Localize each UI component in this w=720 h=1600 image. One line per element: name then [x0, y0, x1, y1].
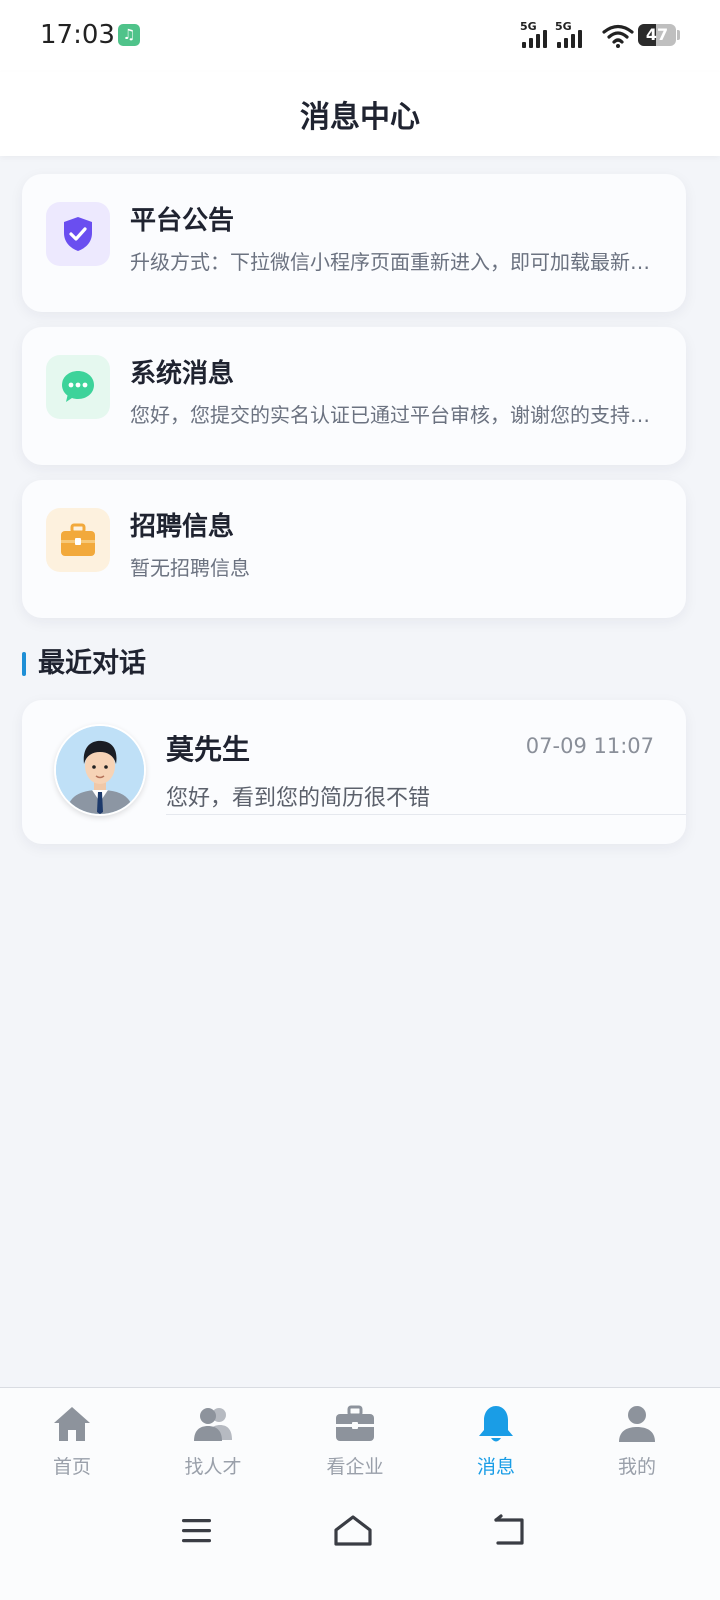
- briefcase-icon: [336, 1405, 374, 1441]
- shield-check-icon: [64, 217, 92, 251]
- notice-title: 招聘信息: [130, 512, 235, 542]
- message-timestamp: 07-09 11:07: [525, 734, 654, 758]
- tab-label: 找人才: [184, 1456, 242, 1478]
- avatar-image: [56, 726, 144, 814]
- battery-tip: [677, 30, 680, 40]
- notice-title: 平台公告: [130, 206, 235, 236]
- page-title: 消息中心: [300, 100, 420, 135]
- tab-find-talent[interactable]: 找人才: [141, 1388, 285, 1496]
- avatar: [54, 724, 146, 816]
- tab-home[interactable]: 首页: [0, 1388, 144, 1496]
- cellular-signal-icon: 5G: [555, 20, 585, 48]
- tab-messages[interactable]: 消息: [424, 1388, 568, 1496]
- tab-profile[interactable]: 我的: [565, 1388, 709, 1496]
- tab-companies[interactable]: 看企业: [283, 1388, 427, 1496]
- back-icon[interactable]: [480, 1509, 540, 1553]
- signal-type-label: 5G: [520, 20, 537, 33]
- cellular-signal-icon: 5G: [520, 20, 550, 48]
- user-icon: [619, 1406, 655, 1442]
- notice-card-system[interactable]: 系统消息 您好，您提交的实名认证已通过平台审核，谢谢您的支持与配合: [22, 327, 686, 465]
- menu-icon[interactable]: [166, 1509, 226, 1553]
- home-icon: [54, 1407, 90, 1441]
- notice-card-recruitment[interactable]: 招聘信息 暂无招聘信息: [22, 480, 686, 618]
- bottom-tab-bar: 首页 找人才 看企业 消息 我的: [0, 1387, 720, 1496]
- announcement-icon-box: [46, 202, 110, 266]
- page-header: 消息中心: [0, 72, 720, 156]
- briefcase-icon: [61, 523, 95, 556]
- notice-preview: 您好，您提交的实名认证已通过平台审核，谢谢您的支持与配合: [130, 403, 660, 427]
- conversation-item[interactable]: 莫先生 07-09 11:07 您好，看到您的简历很不错: [22, 700, 686, 844]
- message-preview: 您好，看到您的简历很不错: [166, 786, 431, 811]
- section-accent-bar: [22, 652, 26, 676]
- bell-icon: [479, 1406, 513, 1442]
- tab-label: 消息: [476, 1456, 515, 1478]
- notice-preview: 暂无招聘信息: [130, 556, 250, 580]
- system-nav-bar: [0, 1495, 720, 1600]
- tab-label: 看企业: [326, 1456, 384, 1478]
- notice-preview: 升级方式：下拉微信小程序页面重新进入，即可加载最新版本: [130, 250, 660, 274]
- section-title-text: 最近对话: [38, 648, 146, 679]
- people-icon: [194, 1408, 232, 1441]
- recent-conversations-heading: 最近对话: [22, 646, 146, 682]
- battery-level: 47: [645, 25, 669, 44]
- signal-type-label: 5G: [555, 20, 572, 33]
- tab-label: 我的: [617, 1456, 656, 1478]
- contact-name: 莫先生: [166, 733, 251, 766]
- divider: [166, 814, 686, 815]
- status-time: 17:03: [40, 20, 115, 50]
- battery-indicator: 47: [638, 24, 676, 46]
- notice-card-announcement[interactable]: 平台公告 升级方式：下拉微信小程序页面重新进入，即可加载最新版本: [22, 174, 686, 312]
- tab-label: 首页: [52, 1456, 91, 1478]
- home-nav-icon[interactable]: [323, 1509, 383, 1553]
- recruitment-icon-box: [46, 508, 110, 572]
- chat-bubble-icon: [62, 371, 94, 402]
- notice-title: 系统消息: [130, 359, 235, 389]
- app-notification-icon: ♫: [118, 24, 140, 46]
- wifi-icon: [602, 24, 634, 48]
- status-bar: 17:03 ♫ 5G 5G 47: [0, 0, 720, 72]
- system-icon-box: [46, 355, 110, 419]
